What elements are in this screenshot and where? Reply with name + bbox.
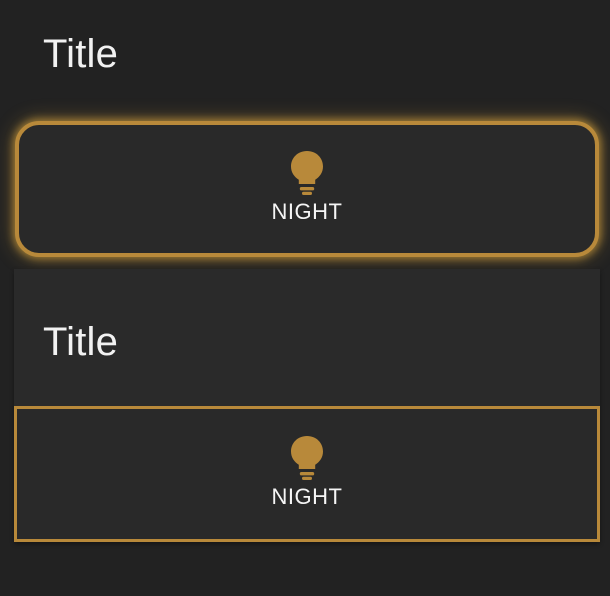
section-title: Title	[43, 32, 119, 76]
section-panel: Title NIGHT	[14, 269, 600, 542]
section-title: Title	[43, 320, 119, 364]
night-mode-button[interactable]: NIGHT	[15, 121, 599, 257]
night-mode-label: NIGHT	[271, 198, 343, 224]
night-mode-button[interactable]: NIGHT	[14, 406, 600, 542]
lightbulb-icon	[291, 150, 323, 195]
night-mode-label: NIGHT	[271, 483, 343, 509]
lightbulb-icon	[291, 435, 323, 480]
